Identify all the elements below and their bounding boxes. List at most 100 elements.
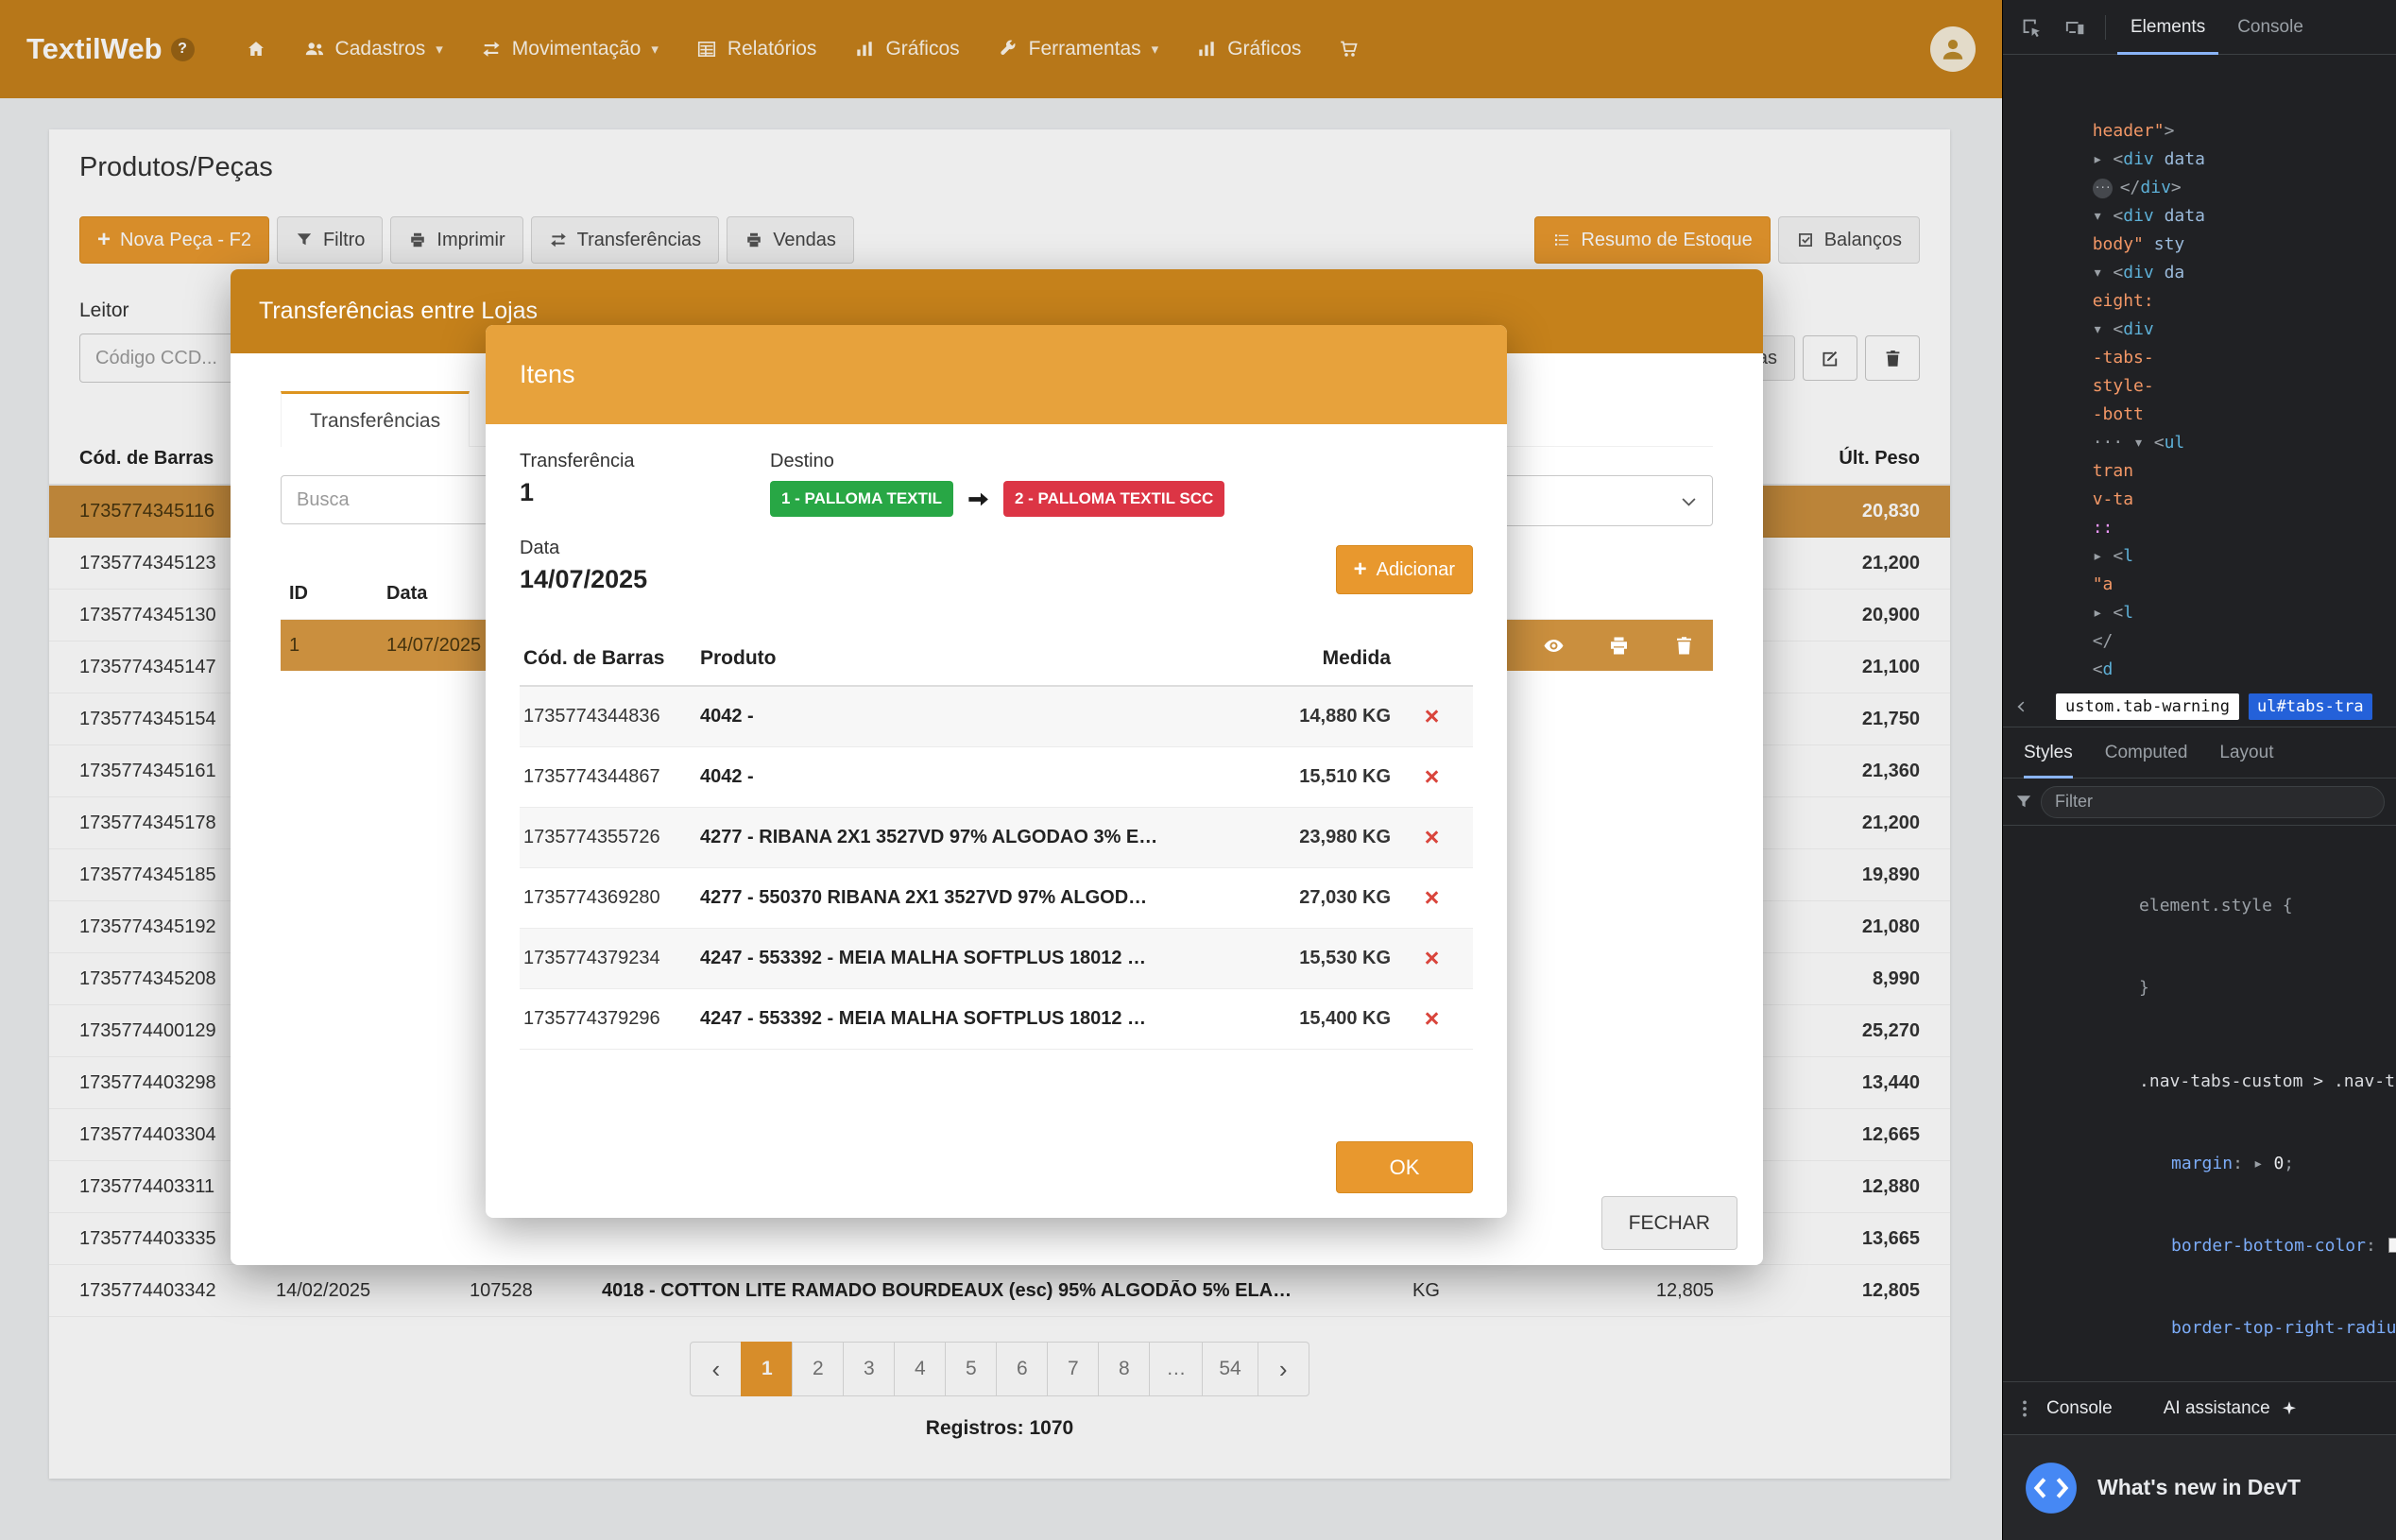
tree-token: <: [2113, 149, 2123, 169]
add-item-label: Adicionar: [1377, 559, 1455, 581]
css-token: ▸: [2253, 1154, 2274, 1173]
tree-token: <: [2113, 319, 2123, 339]
css-token: .nav-tabs-custom > .nav-tabs: [2139, 1071, 2396, 1091]
ok-button[interactable]: OK: [1336, 1141, 1473, 1193]
eye-icon[interactable]: [1542, 634, 1566, 658]
transfer-info-row: Transferência 1 Destino 1 - PALLOMA TEXT…: [520, 451, 1473, 517]
cell-id: 1: [281, 635, 386, 657]
spark-icon: [2280, 1399, 2299, 1418]
date-value: 14/07/2025: [520, 565, 647, 594]
breadcrumb-item-selected[interactable]: ul#tabs-tra: [2249, 693, 2372, 720]
tree-token: </: [2120, 178, 2141, 197]
remove-item-button[interactable]: ×: [1425, 883, 1440, 912]
tab-elements[interactable]: Elements: [2117, 0, 2218, 55]
styles-tabbar: Styles Computed Layout: [2003, 727, 2396, 779]
item-row: 1735774344867 4042 - 15,510 KG ×: [520, 747, 1473, 808]
transfer-number-block: Transferência 1: [520, 451, 770, 517]
close-modal-button[interactable]: FECHAR: [1601, 1196, 1737, 1250]
devtools-logo-icon: [2024, 1461, 2079, 1515]
cell-measure: 14,880 KG: [1240, 706, 1391, 727]
col-id: ID: [281, 583, 386, 605]
add-item-button[interactable]: + Adicionar: [1336, 545, 1473, 594]
printer-icon[interactable]: [1607, 634, 1631, 658]
css-declaration[interactable]: .nav-tabs-custom > .nav-tabs {: [2016, 1013, 2383, 1095]
remove-item-button[interactable]: ×: [1425, 762, 1440, 791]
elements-breadcrumb: ustom.tab-warning ul#tabs-tra: [2003, 686, 2396, 727]
css-declaration[interactable]: margin: ▸ 0;: [2016, 1095, 2383, 1177]
tab-layout[interactable]: Layout: [2219, 727, 2273, 779]
remove-item-button[interactable]: ×: [1425, 702, 1440, 730]
css-token: margin: [2171, 1154, 2233, 1173]
devtools-panel: Elements Console header"> ▸ <div data ··…: [2002, 0, 2396, 1540]
kebab-menu-icon[interactable]: [2014, 1398, 2035, 1419]
items-modal-header: Itens: [486, 325, 1507, 424]
screen: TextilWeb ? Cadastros ▾ Movimentação ▾: [0, 0, 2396, 1540]
cell-product: 4277 - RIBANA 2X1 3527VD 97% ALGODAO 3% …: [700, 827, 1240, 848]
cell-barcode: 1735774379296: [520, 1008, 700, 1030]
remove-item-button[interactable]: ×: [1425, 944, 1440, 972]
cell-delete: ×: [1391, 946, 1473, 972]
tree-token: ul: [2165, 433, 2185, 453]
date-block: Data 14/07/2025: [520, 538, 647, 594]
trash-icon[interactable]: [1672, 634, 1696, 658]
device-toolbar-button[interactable]: [2056, 9, 2094, 46]
css-declaration[interactable]: border-top-right-radius: 3px;: [2016, 1259, 2383, 1342]
tab-console[interactable]: Console: [2224, 0, 2317, 55]
tree-token: div: [2123, 319, 2154, 339]
date-row: Data 14/07/2025 + Adicionar: [520, 538, 1473, 594]
styles-pane: element.style { } .nav-tabs-custom > .na…: [2003, 826, 2396, 1381]
tree-token: l: [2123, 603, 2133, 623]
tab-styles[interactable]: Styles: [2024, 727, 2073, 779]
cell-product: 4277 - 550370 RIBANA 2X1 3527VD 97% ALGO…: [700, 887, 1240, 909]
tree-token: >: [2171, 178, 2182, 197]
date-label: Data: [520, 538, 647, 559]
css-rule: .nav-tabs-custom > .nav-tabs { margin: ▸…: [2016, 1013, 2383, 1381]
tree-token: <: [2113, 206, 2123, 226]
css-declaration[interactable]: border-bottom-color: #f4f4: [2016, 1177, 2383, 1259]
item-row: 1735774379296 4247 - 553392 - MEIA MALHA…: [520, 989, 1473, 1050]
col-measure: Medida: [1240, 647, 1391, 670]
chevron-down-icon: [1679, 491, 1699, 511]
breadcrumb-item[interactable]: ustom.tab-warning: [2056, 693, 2239, 720]
breadcrumb-scroll-left[interactable]: [2009, 694, 2033, 719]
cell-measure: 23,980 KG: [1240, 827, 1391, 848]
tree-token: data: [2154, 206, 2205, 226]
css-declaration[interactable]: element.style {: [2016, 837, 2383, 919]
tree-token: l: [2123, 546, 2133, 566]
tree-token: <: [2113, 603, 2123, 623]
cell-measure: 15,400 KG: [1240, 1008, 1391, 1030]
cell-delete: ×: [1391, 825, 1473, 851]
whats-new-bar[interactable]: What's new in DevT: [2003, 1434, 2396, 1540]
cell-delete: ×: [1391, 1006, 1473, 1033]
drawer-ai-tab[interactable]: AI assistance: [2164, 1398, 2299, 1419]
remove-item-button[interactable]: ×: [1425, 1004, 1440, 1033]
items-modal-body: Transferência 1 Destino 1 - PALLOMA TEXT…: [486, 424, 1507, 1218]
cell-product: 4247 - 553392 - MEIA MALHA SOFTPLUS 1801…: [700, 1008, 1240, 1030]
chevron-left-icon: [2012, 698, 2029, 715]
cell-product: 4042 -: [700, 766, 1240, 788]
styles-filter-input[interactable]: [2041, 786, 2385, 818]
css-token: }: [2139, 978, 2149, 998]
tree-token: <: [2154, 433, 2165, 453]
css-token: [2388, 1238, 2396, 1253]
css-declaration[interactable]: }: [2016, 919, 2383, 1001]
items-modal: Itens Transferência 1 Destino 1 - PALLOM…: [486, 325, 1507, 1218]
arrow-right-icon: [966, 487, 991, 512]
origin-badge: 1 - PALLOMA TEXTIL: [770, 481, 953, 517]
css-token: :: [2366, 1236, 2387, 1256]
devices-icon: [2063, 16, 2086, 39]
row-actions: [1542, 634, 1713, 658]
devtools-tree-line[interactable]: header">: [2011, 60, 2396, 89]
css-declaration[interactable]: border-top-left-radius: 3px;: [2016, 1342, 2383, 1381]
inspect-element-button[interactable]: [2012, 9, 2050, 46]
tab-transferencias[interactable]: Transferências: [281, 391, 470, 447]
tree-token: <: [2113, 546, 2123, 566]
items-modal-title: Itens: [520, 360, 575, 389]
tree-token: da: [2154, 263, 2185, 282]
items-table-header: Cód. de Barras Produto Medida: [520, 632, 1473, 687]
tab-computed[interactable]: Computed: [2105, 727, 2188, 779]
items-table-rows: 1735774344836 4042 - 14,880 KG × 1735774…: [520, 687, 1473, 1050]
tree-token: <: [2113, 263, 2123, 282]
remove-item-button[interactable]: ×: [1425, 823, 1440, 851]
drawer-console-tab[interactable]: Console: [2046, 1398, 2113, 1419]
